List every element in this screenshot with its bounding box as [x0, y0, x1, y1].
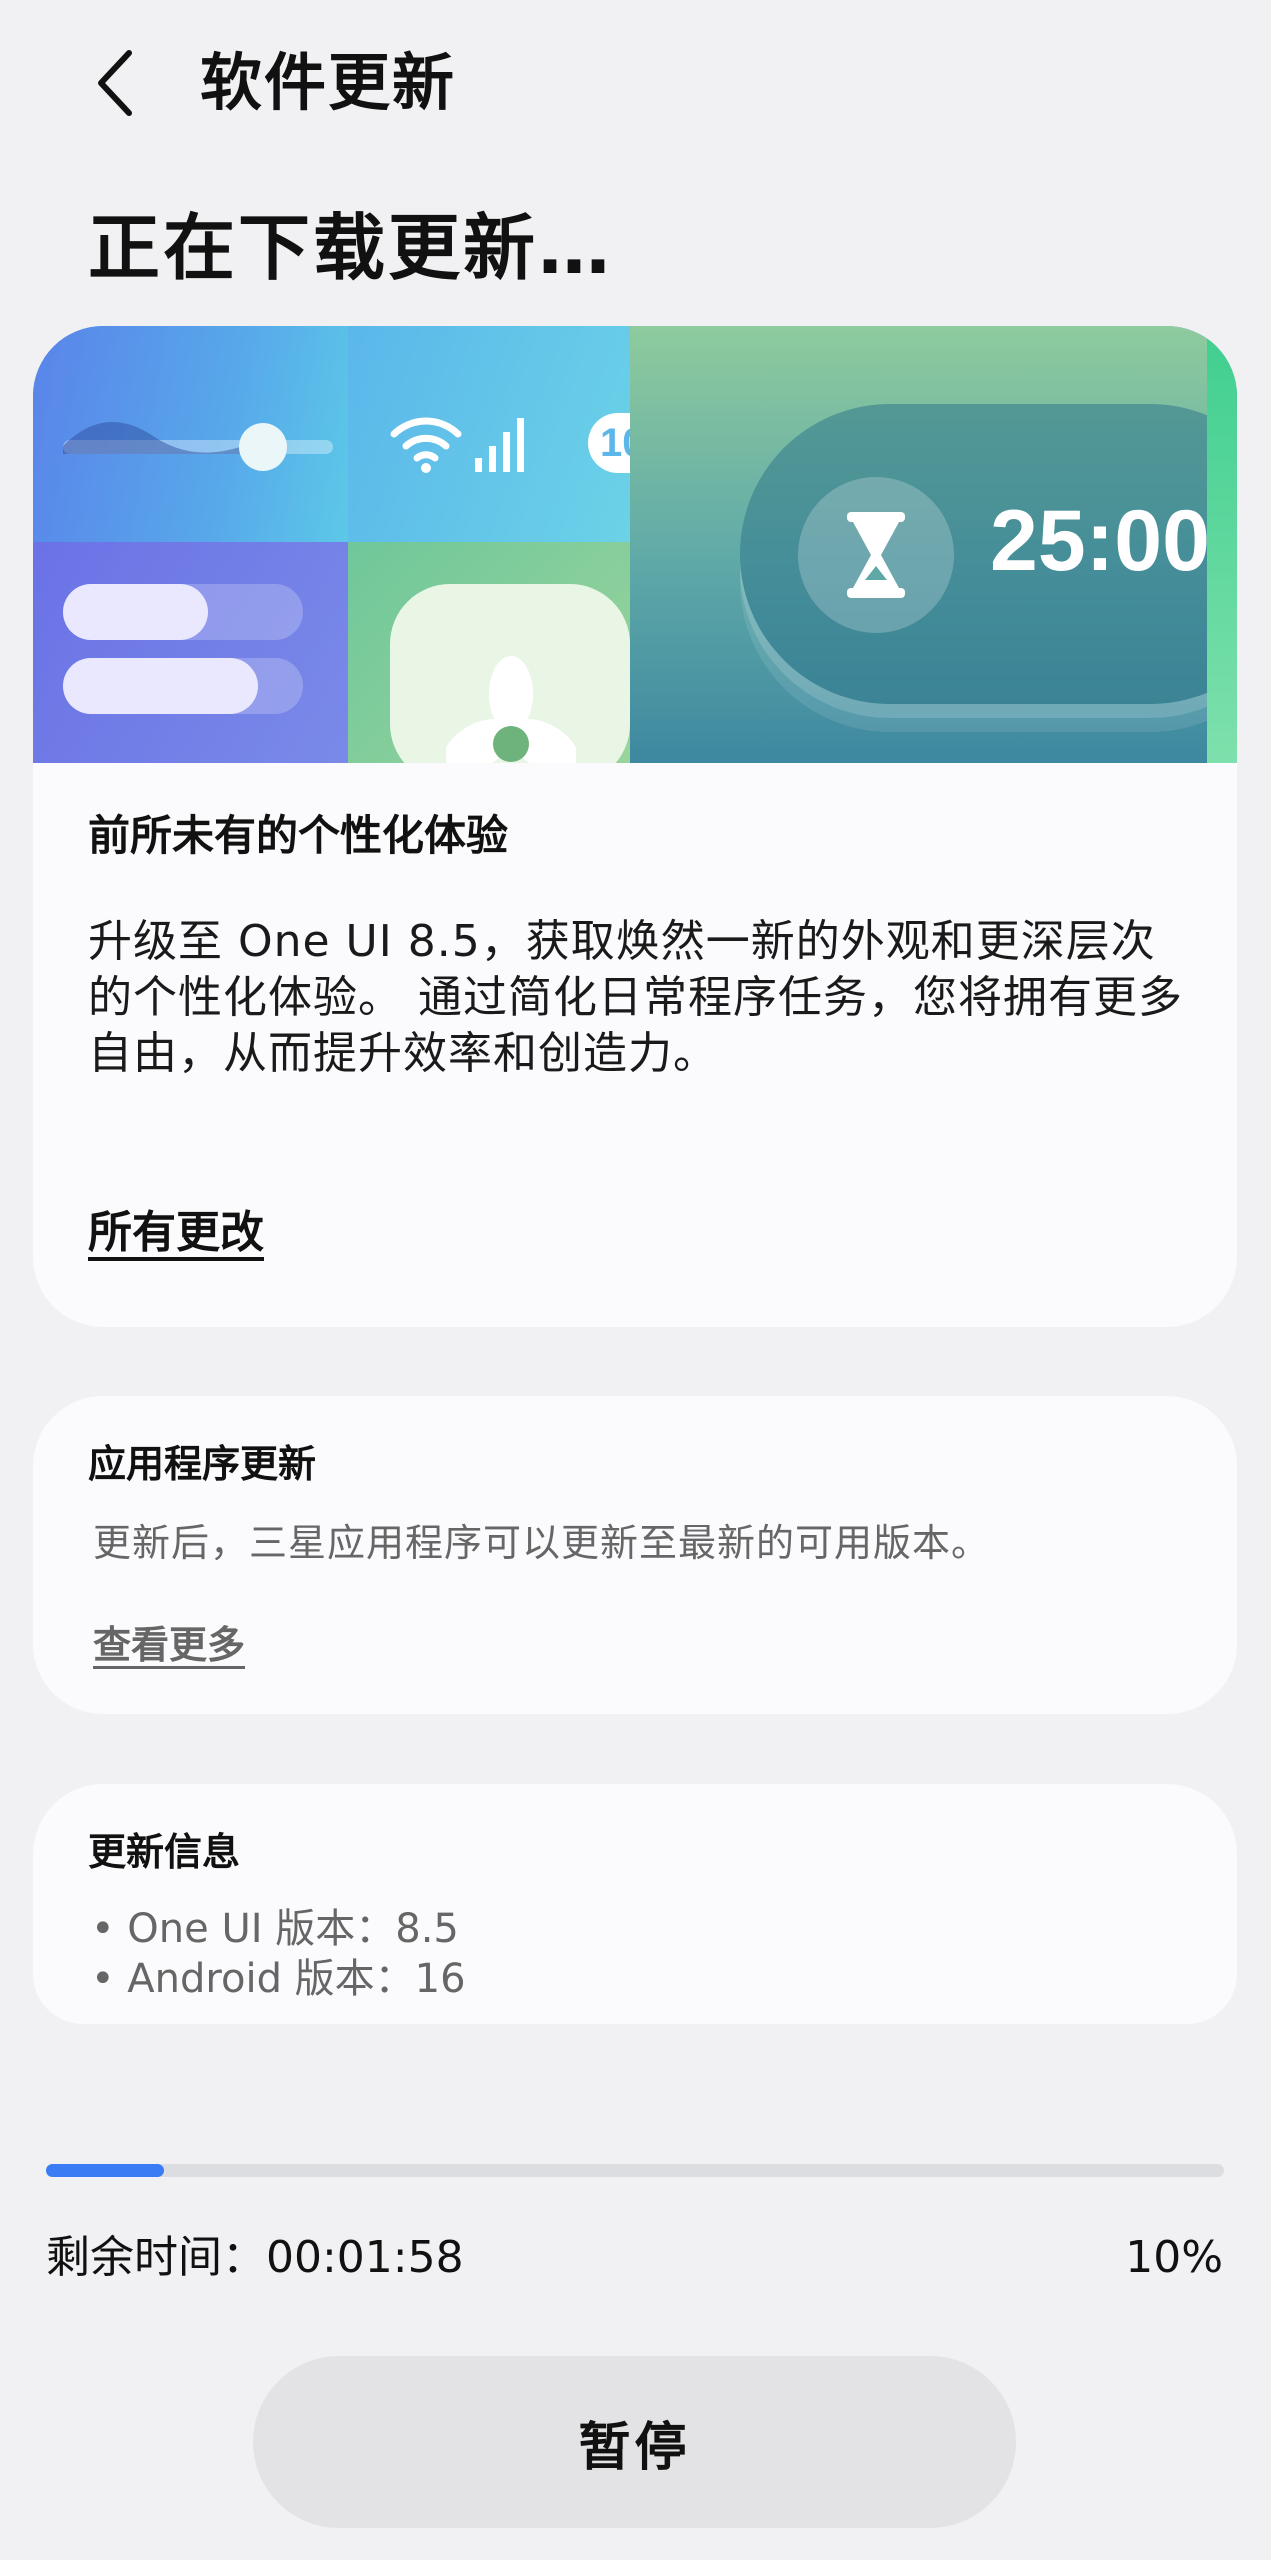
- pause-button[interactable]: 暂停: [253, 2356, 1016, 2528]
- battery-pill: 100: [588, 413, 630, 473]
- header-title: 软件更新: [200, 46, 457, 119]
- banner-tile-timer: 25:00: [630, 326, 1237, 763]
- banner-edge-strip: [1207, 326, 1237, 763]
- page-title: 正在下载更新…: [88, 206, 614, 290]
- update-info-heading: 更新信息: [88, 1830, 241, 1874]
- widget-box: [390, 584, 630, 763]
- back-button[interactable]: [80, 38, 150, 128]
- banner-tile-bars: [33, 542, 348, 763]
- info-item-oneui-version: • One UI 版本：8.5: [91, 1906, 459, 1952]
- timer-widget: 25:00: [740, 404, 1237, 704]
- app-update-card: 应用程序更新 更新后，三星应用程序可以更新至最新的可用版本。 查看更多: [33, 1396, 1237, 1714]
- banner-tile-slider: [33, 326, 348, 542]
- see-more-link[interactable]: 查看更多: [93, 1614, 245, 1669]
- all-changes-link[interactable]: 所有更改: [88, 1196, 264, 1260]
- wave-slider-graphic: [63, 422, 333, 471]
- banner-tile-fan: [348, 542, 630, 763]
- wifi-icon: [390, 417, 462, 473]
- bar-fill-1: [63, 584, 208, 640]
- feature-heading: 前所未有的个性化体验: [88, 811, 509, 860]
- top-app-bar: 软件更新: [0, 0, 1271, 170]
- remaining-time: 剩余时间：00:01:58: [46, 2232, 464, 2283]
- update-info-list: • One UI 版本：8.5 • Android 版本：16: [91, 1904, 466, 2004]
- update-info-card[interactable]: 更新信息 • One UI 版本：8.5 • Android 版本：16: [33, 1784, 1237, 2024]
- timer-readout: 25:00: [990, 493, 1210, 589]
- download-percent: 10%: [1125, 2232, 1223, 2283]
- fan-icon: [446, 656, 576, 763]
- info-item-android-version: • Android 版本：16: [91, 1956, 466, 2002]
- app-update-description: 更新后，三星应用程序可以更新至最新的可用版本。: [93, 1521, 991, 1565]
- chevron-left-icon: [98, 50, 132, 116]
- banner-tile-status: 100: [348, 326, 630, 542]
- feature-content: 前所未有的个性化体验 升级至 One UI 8.5，获取焕然一新的外观和更深层次…: [88, 806, 1188, 1082]
- feature-card: 100: [33, 326, 1237, 1327]
- app-update-heading: 应用程序更新: [88, 1442, 317, 1486]
- bar-fill-2: [63, 658, 258, 714]
- download-progress-bar: [46, 2164, 1224, 2177]
- hourglass-icon: [798, 477, 954, 633]
- feature-description: 升级至 One UI 8.5，获取焕然一新的外观和更深层次的个性化体验。 通过简…: [88, 916, 1183, 1079]
- feature-banner-image: 100: [33, 326, 1237, 763]
- download-progress-fill: [46, 2164, 164, 2177]
- signal-icon: [475, 418, 524, 472]
